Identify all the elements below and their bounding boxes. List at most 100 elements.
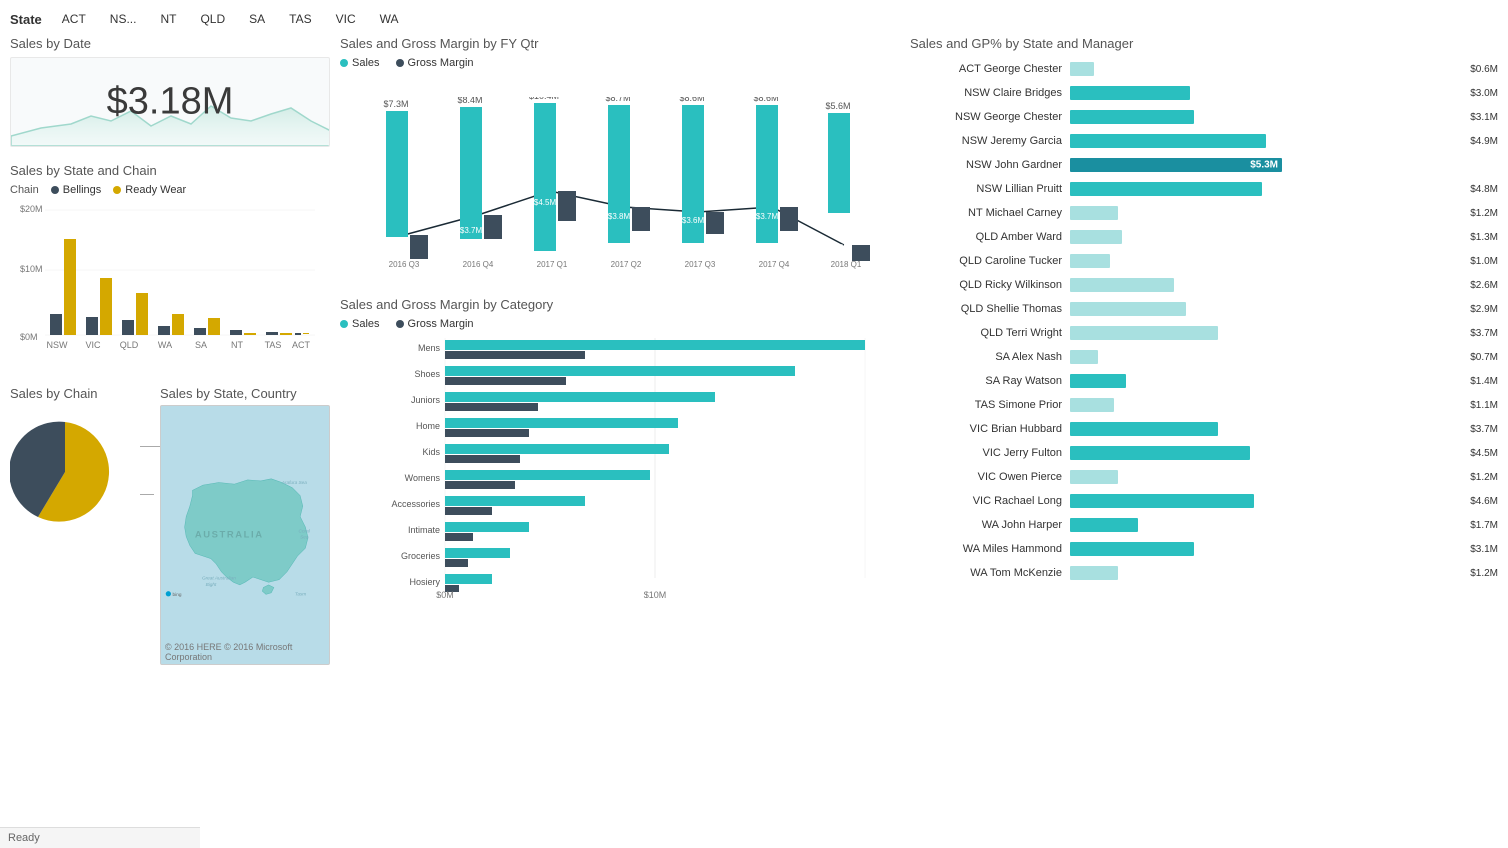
gp-row-vic-rachael: VIC Rachael Long $4.6M [910,491,1498,511]
category-chart-title: Sales and Gross Margin by Category [340,297,900,312]
state-btn-ns[interactable]: NS... [106,10,141,28]
gp-bar-fill-nsw-john: $5.3M [1070,158,1282,172]
gp-label-wa-tom: WA Tom McKenzie [910,567,1070,579]
gp-bar-vic-jerry [1070,446,1466,460]
gp-bar-qld-amber [1070,230,1466,244]
gp-bar-nsw-claire [1070,86,1466,100]
australia-map-svg: AUSTRALIA Arafura Sea Coral Sea Great Au… [161,406,329,664]
cat-margin-dot [396,320,404,328]
gp-bar-fill-wa-miles [1070,542,1194,556]
svg-text:Accessories: Accessories [391,499,440,509]
gp-bar-fill-vic-brian [1070,422,1218,436]
gp-label-vic-owen: VIC Owen Pierce [910,471,1070,483]
gp-bar-nt-michael [1070,206,1466,220]
gp-row-qld-caroline: QLD Caroline Tucker $1.0M [910,251,1498,271]
gp-bar-inner-value-nsw-john: $5.3M [1250,160,1278,171]
svg-text:Mens: Mens [418,343,441,353]
gp-value-sa-alex: $0.7M [1470,352,1498,363]
cat-legend-sales: Sales [340,318,380,330]
gp-value-vic-brian: $3.7M [1470,424,1498,435]
sales-date-chart: $3.18M [10,57,330,147]
gp-label-wa-miles: WA Miles Hammond [910,543,1070,555]
cat-sales-dot [340,320,348,328]
state-btn-tas[interactable]: TAS [285,10,315,28]
bellings-label: Bellings [63,184,102,196]
fy-legend-margin: Gross Margin [396,57,474,69]
gp-bar-fill-nsw-jeremy [1070,134,1266,148]
svg-text:$8.6M: $8.6M [679,97,704,103]
gp-row-act-george: ACT George Chester $0.6M [910,59,1498,79]
readywear-dot [113,186,121,194]
gp-bar-fill-sa-ray [1070,374,1126,388]
svg-text:$8.4M: $8.4M [457,97,482,105]
gp-label-nsw-george: NSW George Chester [910,111,1070,123]
sales-by-date-title: Sales by Date [10,36,330,51]
cat-sales-label: Sales [352,318,380,330]
svg-text:$0M: $0M [436,590,454,598]
state-btn-qld[interactable]: QLD [196,10,229,28]
gp-bar-nsw-lillian [1070,182,1466,196]
svg-text:Hosiery: Hosiery [409,577,440,587]
gp-row-nsw-george: NSW George Chester $3.1M [910,107,1498,127]
gp-value-qld-ricky: $2.6M [1470,280,1498,291]
state-btn-nt[interactable]: NT [156,10,180,28]
gp-bar-fill-qld-terri [1070,326,1218,340]
gp-bar-fill-nsw-claire [1070,86,1190,100]
gp-row-nsw-jeremy: NSW Jeremy Garcia $4.9M [910,131,1498,151]
svg-text:TAS: TAS [265,340,282,350]
gp-label-nsw-john: NSW John Gardner [910,159,1070,171]
gp-row-vic-owen: VIC Owen Pierce $1.2M [910,467,1498,487]
gp-bar-qld-shellie [1070,302,1466,316]
sales-state-chain-title: Sales by State and Chain [10,163,330,178]
gp-label-qld-shellie: QLD Shellie Thomas [910,303,1070,315]
svg-text:WA: WA [158,340,172,350]
svg-text:Great Australian: Great Australian [202,576,236,582]
state-btn-wa[interactable]: WA [376,10,403,28]
svg-text:Juniors: Juniors [411,395,441,405]
svg-text:2017 Q2: 2017 Q2 [611,260,642,269]
svg-text:Intimate: Intimate [408,525,440,535]
gp-bar-vic-owen [1070,470,1466,484]
gp-bar-wa-miles [1070,542,1466,556]
gp-value-nsw-jeremy: $4.9M [1470,136,1498,147]
gp-bar-wa-john [1070,518,1466,532]
bellings-dot [51,186,59,194]
gp-bar-act-george [1070,62,1466,76]
gp-label-nsw-claire: NSW Claire Bridges [910,87,1070,99]
state-btn-sa[interactable]: SA [245,10,269,28]
gp-value-nt-michael: $1.2M [1470,208,1498,219]
svg-text:$8.7M: $8.7M [605,97,630,103]
sales-by-date-panel: Sales by Date $3.18M [10,36,330,147]
cat-margin-label: Gross Margin [408,318,474,330]
svg-text:Home: Home [416,421,440,431]
bellings-line [140,446,160,447]
gp-bar-sa-alex [1070,350,1466,364]
pie-chart [10,417,120,530]
gp-value-nsw-george: $3.1M [1470,112,1498,123]
gp-bar-fill-qld-caroline [1070,254,1110,268]
state-btn-vic[interactable]: VIC [332,10,360,28]
gp-value-wa-tom: $1.2M [1470,568,1498,579]
right-column: Sales and GP% by State and Manager ACT G… [910,36,1498,665]
state-btn-act[interactable]: ACT [58,10,90,28]
cat-legend-margin: Gross Margin [396,318,474,330]
gp-row-wa-john: WA John Harper $1.7M [910,515,1498,535]
svg-text:Arafura Sea: Arafura Sea [281,480,308,486]
svg-text:$7.3M: $7.3M [383,99,408,109]
gp-label-vic-jerry: VIC Jerry Fulton [910,447,1070,459]
gp-value-nsw-lillian: $4.8M [1470,184,1498,195]
gp-value-vic-rachael: $4.6M [1470,496,1498,507]
legend-readywear: Ready Wear [113,184,186,196]
state-filter-label: State [10,12,42,27]
gp-row-wa-miles: WA Miles Hammond $3.1M [910,539,1498,559]
gp-row-sa-alex: SA Alex Nash $0.7M [910,347,1498,367]
gp-row-sa-ray: SA Ray Watson $1.4M [910,371,1498,391]
gp-bar-fill-act-george [1070,62,1094,76]
gp-row-wa-tom: WA Tom McKenzie $1.2M [910,563,1498,583]
gp-value-vic-jerry: $4.5M [1470,448,1498,459]
category-svg: Mens Shoes Juniors Home [340,338,900,598]
svg-text:$8.6M: $8.6M [753,97,778,103]
svg-text:Womens: Womens [405,473,441,483]
gp-row-qld-amber: QLD Amber Ward $1.3M [910,227,1498,247]
gp-chart-title: Sales and GP% by State and Manager [910,36,1498,51]
